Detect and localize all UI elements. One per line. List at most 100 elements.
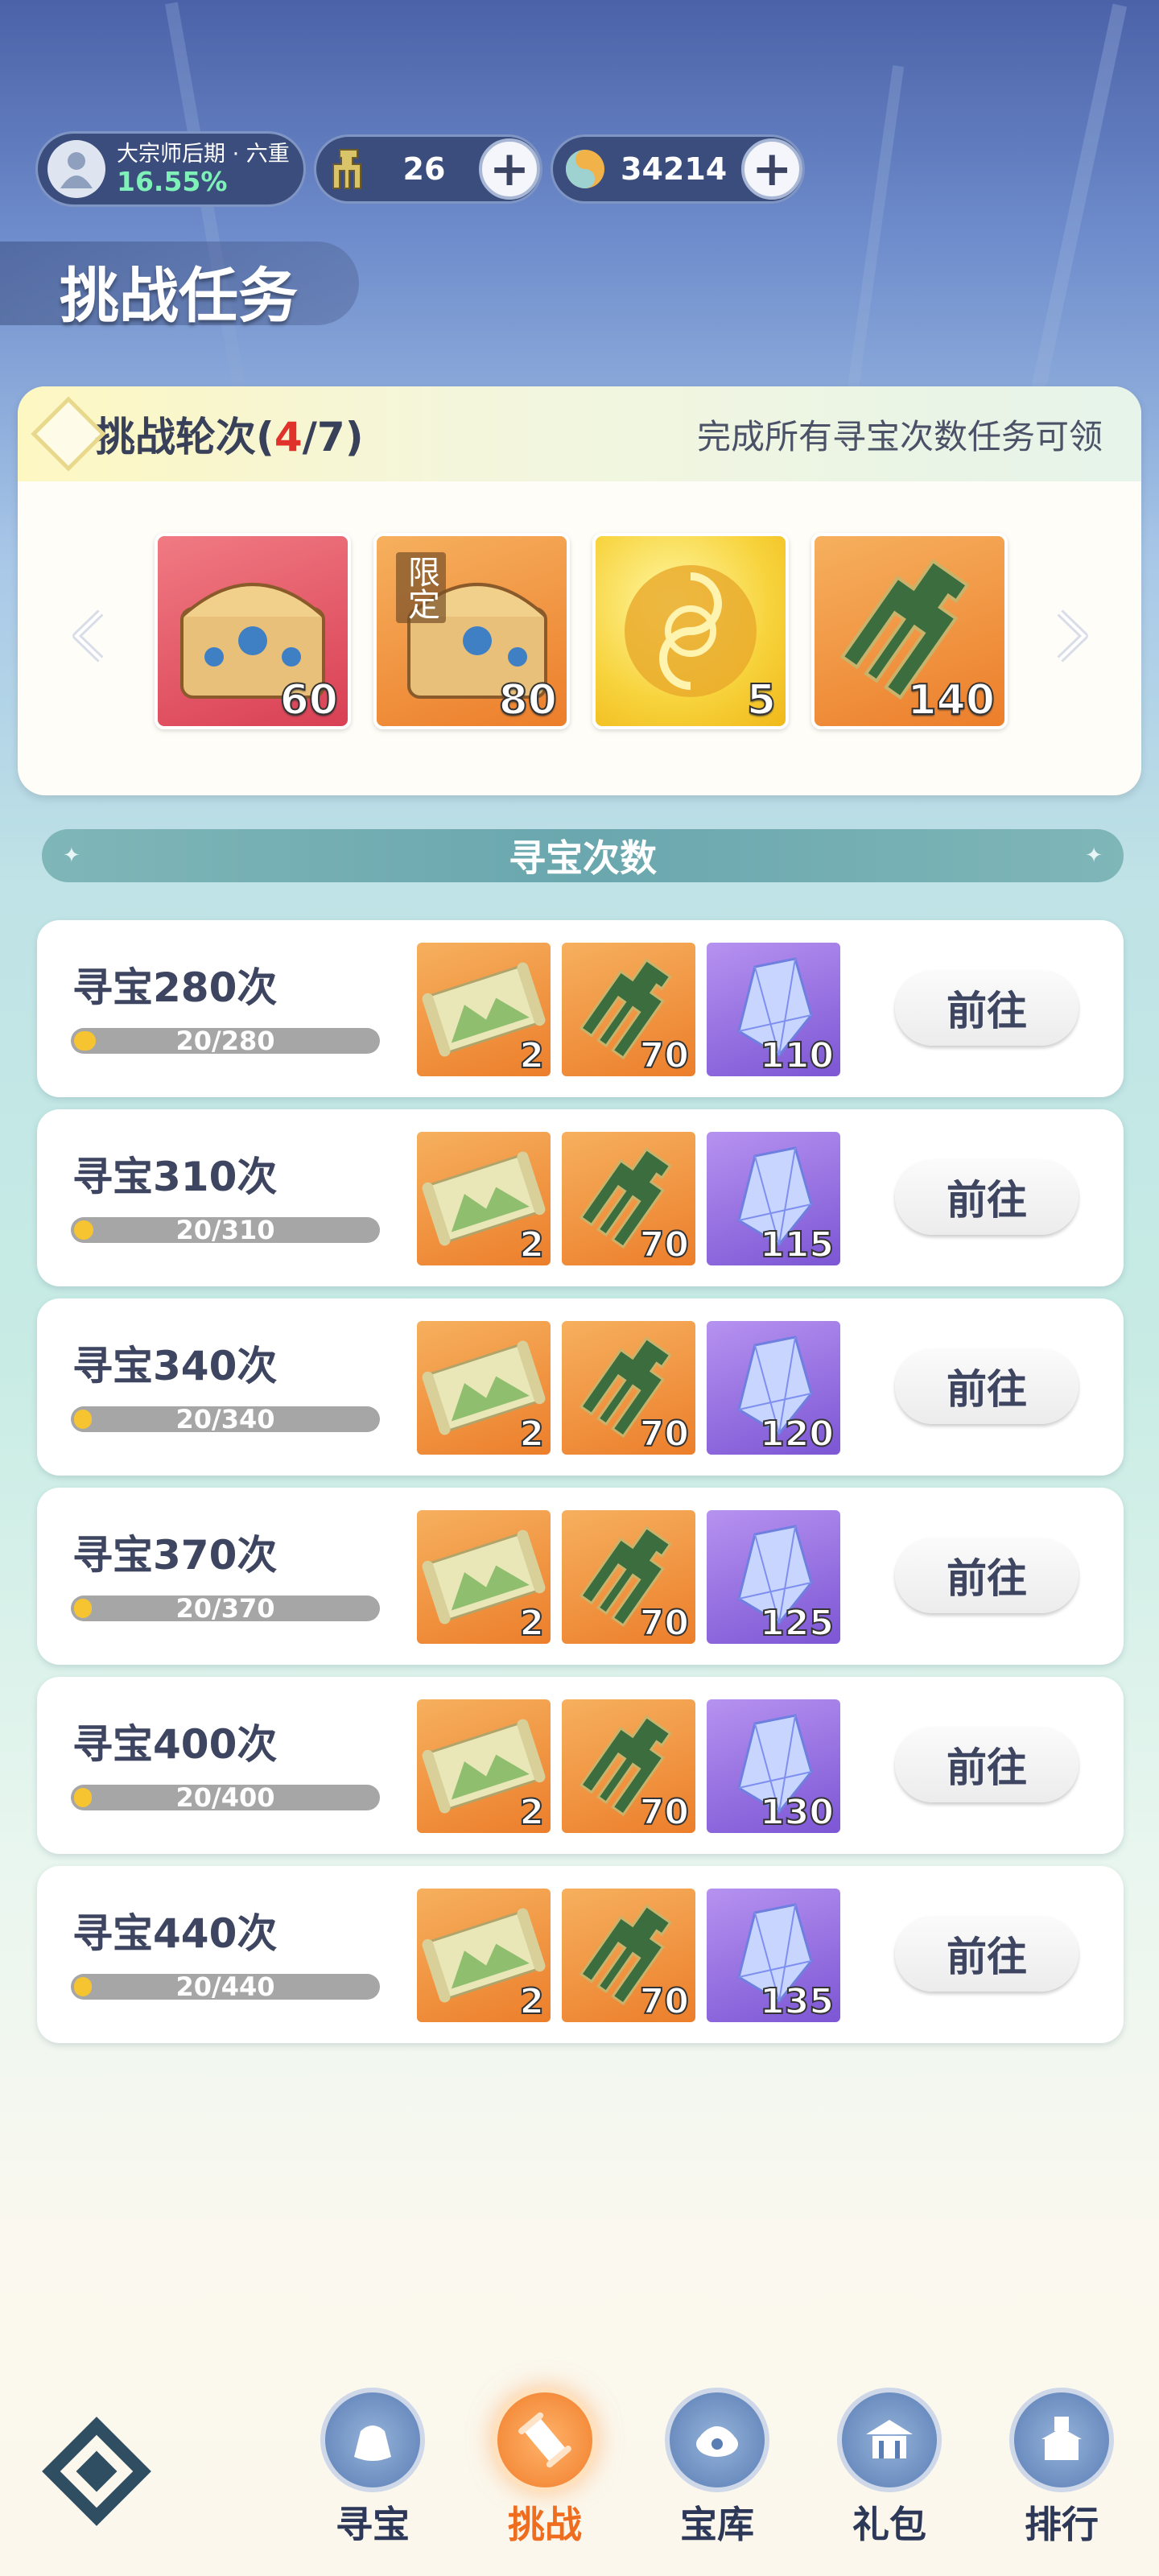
nav-tab-gift[interactable]: 礼包 <box>829 2388 950 2549</box>
spirit-coin-icon <box>561 145 609 193</box>
go-button[interactable]: 前往 <box>895 970 1079 1046</box>
player-rank-badge[interactable]: 大宗师后期 · 六重 16.55% <box>35 131 306 207</box>
reward-crystal-item[interactable]: 110 <box>707 943 840 1076</box>
nav-label: 礼包 <box>852 2503 926 2546</box>
go-button[interactable]: 前往 <box>895 1916 1079 1992</box>
token-counter: 26 + <box>314 134 542 204</box>
challenge-round-card: 挑战轮次(4/7) 完成所有寻宝次数任务可领 60 限定 80 5 140 <box>18 386 1141 795</box>
reward-token-item[interactable]: 70 <box>562 1132 695 1265</box>
round-reward-list: 60 限定 80 5 140 <box>155 533 1008 729</box>
go-button[interactable]: 前往 <box>895 1538 1079 1613</box>
next-arrow-button[interactable] <box>1048 604 1096 668</box>
reward-count: 70 <box>639 1602 690 1644</box>
add-coin-button[interactable]: + <box>741 138 803 200</box>
reward-count: 135 <box>759 1980 835 2022</box>
nav-tab-treasure[interactable]: 寻宝 <box>312 2388 433 2549</box>
reward-scroll-item[interactable]: 2 <box>417 1510 551 1644</box>
round-title: 挑战轮次(4/7) <box>95 405 364 463</box>
reward-count: 2 <box>518 1034 545 1076</box>
reward-count: 70 <box>639 1224 690 1265</box>
nav-tab-ranking[interactable]: 排行 <box>1001 2388 1122 2549</box>
reward-scroll-item[interactable]: 2 <box>417 1889 551 2022</box>
reward-token-item[interactable]: 70 <box>562 1321 695 1455</box>
nav-tab-vault[interactable]: 宝库 <box>657 2388 777 2549</box>
task-progress-bar: 20/280 <box>71 1028 380 1054</box>
bottom-nav: 寻宝 挑战 宝库 礼包 排行 <box>0 2383 1159 2576</box>
reward-token-item[interactable]: 70 <box>562 1889 695 2022</box>
round-current: 4 <box>274 414 303 460</box>
scroll-icon <box>493 2388 597 2492</box>
reward-scroll-item[interactable]: 2 <box>417 1699 551 1833</box>
reward-token-item[interactable]: 70 <box>562 1510 695 1644</box>
go-button[interactable]: 前往 <box>895 1348 1079 1424</box>
task-row: 寻宝400次 20/400 2 70 130 前往 <box>37 1677 1124 1854</box>
reward-count: 70 <box>639 1791 690 1833</box>
task-name: 寻宝370次 <box>72 1532 278 1579</box>
task-progress-bar: 20/400 <box>71 1785 380 1810</box>
section-header: ✦ 寻宝次数 ✦ <box>42 829 1124 882</box>
reward-crystal-item[interactable]: 125 <box>707 1510 840 1644</box>
task-name: 寻宝440次 <box>72 1910 278 1957</box>
reward-count: 110 <box>759 1034 835 1076</box>
nav-label: 挑战 <box>508 2503 582 2546</box>
round-header: 挑战轮次(4/7) 完成所有寻宝次数任务可领 <box>18 386 1141 481</box>
top-status-bar: 大宗师后期 · 六重 16.55% 26 + 34214 + <box>35 131 806 207</box>
game-logo-icon[interactable] <box>40 2415 153 2528</box>
sparkle-icon: ✦ <box>63 844 80 868</box>
reward-count: 115 <box>759 1224 835 1265</box>
page-title: 挑战任务 <box>60 262 298 331</box>
round-label: 挑战轮次( <box>95 414 274 460</box>
round-reward-item[interactable]: 60 <box>155 533 351 729</box>
reward-count: 2 <box>518 1224 545 1265</box>
reward-crystal-item[interactable]: 115 <box>707 1132 840 1265</box>
avatar <box>47 140 105 198</box>
task-row: 寻宝370次 20/370 2 70 125 前往 <box>37 1488 1124 1665</box>
reward-scroll-item[interactable]: 2 <box>417 1321 551 1455</box>
nav-tab-challenge[interactable]: 挑战 <box>485 2388 605 2549</box>
page-title-bar: 挑战任务 <box>0 242 359 331</box>
coin-count: 34214 <box>621 151 728 187</box>
section-title: 寻宝次数 <box>509 836 657 880</box>
task-progress-text: 20/370 <box>175 1593 275 1624</box>
rank-label: 大宗师后期 · 六重 <box>117 141 290 167</box>
add-token-button[interactable]: + <box>479 138 540 200</box>
reward-count: 120 <box>759 1413 835 1455</box>
nav-label: 寻宝 <box>336 2503 410 2546</box>
token-count: 26 <box>402 151 446 187</box>
task-progress-bar: 20/370 <box>71 1596 380 1621</box>
task-progress-text: 20/310 <box>175 1215 275 1245</box>
task-progress-text: 20/440 <box>175 1971 275 2002</box>
round-reward-item[interactable]: 5 <box>592 533 789 729</box>
reward-token-item[interactable]: 70 <box>562 943 695 1076</box>
reward-count: 2 <box>518 1413 545 1455</box>
task-progress-text: 20/400 <box>175 1782 275 1813</box>
prev-arrow-button[interactable] <box>64 604 113 668</box>
task-row: 寻宝340次 20/340 2 70 120 前往 <box>37 1298 1124 1476</box>
reward-crystal-item[interactable]: 130 <box>707 1699 840 1833</box>
round-reward-item[interactable]: 限定 80 <box>373 533 570 729</box>
nav-label: 宝库 <box>680 2503 754 2546</box>
reward-count: 125 <box>759 1602 835 1644</box>
go-button[interactable]: 前往 <box>895 1159 1079 1235</box>
reward-token-item[interactable]: 70 <box>562 1699 695 1833</box>
task-progress-text: 20/340 <box>175 1404 275 1435</box>
reward-crystal-item[interactable]: 120 <box>707 1321 840 1455</box>
reward-count: 70 <box>639 1980 690 2022</box>
round-note: 完成所有寻宝次数任务可领 <box>696 416 1103 456</box>
vault-icon <box>665 2388 769 2492</box>
task-name: 寻宝340次 <box>72 1343 278 1389</box>
jade-token-icon <box>324 145 373 193</box>
reward-count: 130 <box>759 1791 835 1833</box>
go-button[interactable]: 前往 <box>895 1727 1079 1802</box>
round-reward-item[interactable]: 140 <box>811 533 1008 729</box>
reward-scroll-item[interactable]: 2 <box>417 1132 551 1265</box>
reward-count: 2 <box>518 1602 545 1644</box>
reward-crystal-item[interactable]: 135 <box>707 1889 840 2022</box>
reward-count: 5 <box>746 675 777 725</box>
reward-count: 70 <box>639 1413 690 1455</box>
task-progress-bar: 20/310 <box>71 1217 380 1243</box>
reward-count: 2 <box>518 1791 545 1833</box>
task-row: 寻宝440次 20/440 2 70 135 前往 <box>37 1866 1124 2043</box>
reward-scroll-item[interactable]: 2 <box>417 943 551 1076</box>
coin-counter: 34214 + <box>551 134 806 204</box>
